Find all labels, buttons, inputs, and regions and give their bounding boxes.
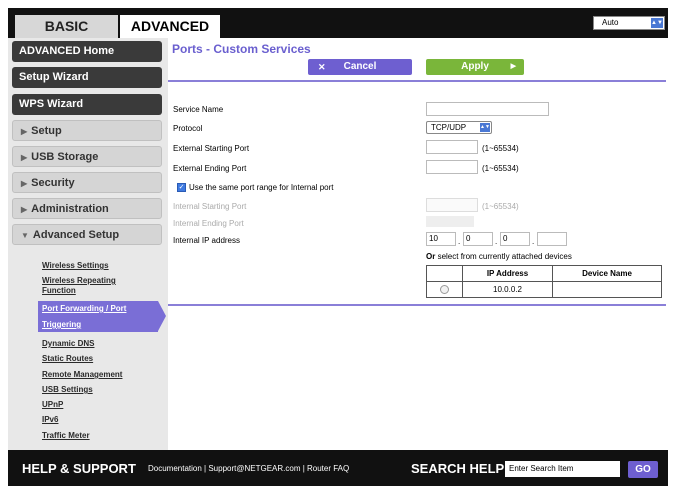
table-header-select xyxy=(426,265,463,282)
protocol-label: Protocol xyxy=(173,124,203,133)
service-name-label: Service Name xyxy=(173,105,224,114)
sidebar-item-advanced-home[interactable]: ADVANCED Home xyxy=(12,41,162,62)
table-header-ip: IP Address xyxy=(462,265,553,282)
protocol-select-value: TCP/UDP xyxy=(431,123,467,132)
router-admin-window: BASIC ADVANCED Auto ▲▼ ADVANCED Home Set… xyxy=(8,8,668,486)
chevron-updown-icon: ▲▼ xyxy=(651,18,663,28)
internal-starting-port-label: Internal Starting Port xyxy=(173,202,247,211)
table-cell-ip: 10.0.0.2 xyxy=(462,281,553,298)
sidebar-subitem-remote-management[interactable]: Remote Management xyxy=(42,370,122,380)
same-port-range-checkbox[interactable]: ✓ xyxy=(177,183,186,192)
attached-devices-intro-or: Or xyxy=(426,252,436,261)
attached-devices-table: IP Address Device Name 10.0.0.2 xyxy=(426,265,662,298)
attached-devices-intro: Or select from currently attached device… xyxy=(426,252,572,261)
divider xyxy=(168,304,666,306)
ip-octet-4-input[interactable] xyxy=(537,232,567,246)
footer: HELP & SUPPORT Documentation | Support@N… xyxy=(8,450,668,486)
sidebar-subitem-usb-settings[interactable]: USB Settings xyxy=(42,385,93,395)
triangle-right-icon: ▶ xyxy=(21,205,28,214)
language-select[interactable]: Auto ▲▼ xyxy=(593,16,665,30)
close-icon: ✕ xyxy=(318,62,326,72)
table-cell-device-name xyxy=(552,281,662,298)
apply-button-label: Apply xyxy=(461,61,489,72)
triangle-right-icon: ▶ xyxy=(21,127,28,136)
triangle-right-icon: ▶ xyxy=(21,179,28,188)
ip-separator: . xyxy=(532,237,535,246)
sidebar-section-advanced-setup[interactable]: ▼ Advanced Setup xyxy=(12,224,162,245)
triangle-right-icon: ▶ xyxy=(21,153,28,162)
ip-octet-1-input[interactable]: 10 xyxy=(426,232,456,246)
ip-separator: . xyxy=(458,237,461,246)
sidebar-subitem-active-arrow xyxy=(158,301,166,331)
external-starting-port-range: (1~65534) xyxy=(482,144,519,153)
page-title: Ports - Custom Services xyxy=(172,42,311,56)
search-input[interactable]: Enter Search Item xyxy=(505,461,620,477)
sidebar-item-wps-wizard[interactable]: WPS Wizard xyxy=(12,94,162,115)
ip-octet-3-input[interactable]: 0 xyxy=(500,232,530,246)
sidebar-subitem-static-routes[interactable]: Static Routes xyxy=(42,354,93,364)
sidebar-subitem-dynamic-dns[interactable]: Dynamic DNS xyxy=(42,339,94,349)
chevron-updown-icon: ▲▼ xyxy=(480,123,490,132)
ip-octet-2-input[interactable]: 0 xyxy=(463,232,493,246)
external-starting-port-label: External Starting Port xyxy=(173,144,250,153)
sidebar-section-administration[interactable]: ▶ Administration xyxy=(12,198,162,219)
sidebar-section-setup[interactable]: ▶ Setup xyxy=(12,120,162,141)
sidebar-section-security[interactable]: ▶ Security xyxy=(12,172,162,193)
table-header-device-name: Device Name xyxy=(552,265,662,282)
sidebar-section-usb-storage[interactable]: ▶ USB Storage xyxy=(12,146,162,167)
sidebar-subitem-upnp[interactable]: UPnP xyxy=(42,400,63,410)
sidebar-section-label: Setup xyxy=(31,125,62,137)
internal-ending-port-label: Internal Ending Port xyxy=(173,219,244,228)
sidebar-subitem-ipv6[interactable]: IPv6 xyxy=(42,415,58,425)
external-ending-port-label: External Ending Port xyxy=(173,164,247,173)
table-header-row: IP Address Device Name xyxy=(426,265,662,282)
tab-basic[interactable]: BASIC xyxy=(15,15,118,38)
cancel-button[interactable]: ✕ Cancel xyxy=(308,59,412,75)
internal-starting-port-input[interactable] xyxy=(426,198,478,212)
table-cell-select xyxy=(426,281,463,298)
sidebar-subitem-wireless-settings[interactable]: Wireless Settings xyxy=(42,261,109,271)
help-support-title: HELP & SUPPORT xyxy=(22,461,136,476)
device-radio[interactable] xyxy=(440,285,449,295)
attached-devices-intro-rest: select from currently attached devices xyxy=(435,252,572,261)
protocol-select[interactable]: TCP/UDP ▲▼ xyxy=(426,121,492,134)
cancel-button-label: Cancel xyxy=(343,61,377,72)
sidebar-section-label: Administration xyxy=(31,203,109,215)
internal-starting-port-range: (1~65534) xyxy=(482,202,519,211)
arrow-right-icon: ▶ xyxy=(510,63,516,70)
sidebar-section-label: Advanced Setup xyxy=(32,229,120,241)
ip-separator: . xyxy=(495,237,498,246)
sidebar-subitem-port-forwarding[interactable]: Port Forwarding / Port xyxy=(42,304,126,313)
table-row[interactable]: 10.0.0.2 xyxy=(426,281,662,298)
apply-button[interactable]: Apply ▶ xyxy=(426,59,524,75)
service-name-input[interactable] xyxy=(426,102,549,116)
triangle-down-icon: ▼ xyxy=(21,231,29,240)
top-bar: BASIC ADVANCED Auto ▲▼ xyxy=(8,8,668,38)
internal-ip-label: Internal IP address xyxy=(173,236,241,245)
language-select-value: Auto xyxy=(602,18,619,27)
help-links[interactable]: Documentation | Support@NETGEAR.com | Ro… xyxy=(148,464,349,473)
sidebar-subitem-wireless-repeating[interactable]: Wireless Repeating xyxy=(42,276,116,286)
same-port-range-label: Use the same port range for Internal por… xyxy=(189,183,334,192)
tab-advanced[interactable]: ADVANCED xyxy=(120,15,220,38)
search-help-title: SEARCH HELP xyxy=(411,461,505,476)
external-ending-port-range: (1~65534) xyxy=(482,164,519,173)
sidebar: ADVANCED Home Setup Wizard WPS Wizard ▶ S… xyxy=(8,38,168,450)
sidebar-section-label: USB Storage xyxy=(31,151,99,163)
sidebar-subitem-traffic-meter[interactable]: Traffic Meter xyxy=(42,431,90,441)
external-starting-port-input[interactable] xyxy=(426,140,478,154)
go-button[interactable]: GO xyxy=(628,461,658,478)
sidebar-item-setup-wizard[interactable]: Setup Wizard xyxy=(12,67,162,88)
sidebar-section-label: Security xyxy=(31,177,75,189)
main-panel: Ports - Custom Services ✕ Cancel Apply ▶… xyxy=(168,38,668,450)
sidebar-subitem-port-triggering[interactable]: Triggering xyxy=(42,320,81,329)
sidebar-subitem-wireless-repeating-cont[interactable]: Function xyxy=(42,286,76,296)
divider xyxy=(168,80,666,82)
internal-ending-port-input[interactable] xyxy=(426,216,474,227)
external-ending-port-input[interactable] xyxy=(426,160,478,174)
